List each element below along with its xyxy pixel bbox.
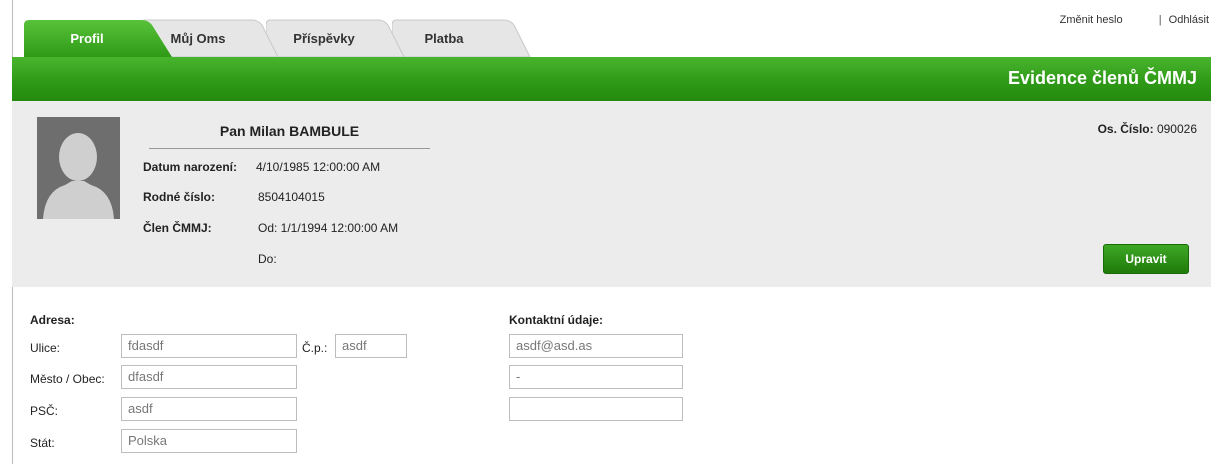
birth-value: 4/10/1985 12:00:00 AM (256, 160, 381, 174)
profile-panel: Pan Milan BAMBULE Datum narození: 4/10/1… (12, 101, 1211, 287)
page-title: Evidence členů ČMMJ (1007, 68, 1197, 88)
tab-label: Profil (70, 31, 104, 46)
email-input[interactable]: asdf@asd.as (509, 334, 683, 358)
member-to: Do: (258, 252, 277, 266)
top-links: Změnit heslo | Odhlásit (1060, 14, 1209, 26)
person-silhouette-icon (37, 117, 120, 219)
contact-other-input[interactable] (509, 397, 683, 421)
birth-label: Datum narození: (143, 160, 238, 174)
phone-input[interactable]: - (509, 365, 683, 389)
country-label: Stát: (30, 436, 55, 450)
header-bar: Evidence členů ČMMJ (12, 57, 1211, 101)
street-input[interactable]: fdasdf (121, 334, 297, 358)
address-heading: Adresa: (30, 313, 75, 327)
birth-row: Datum narození: 4/10/1985 12:00:00 AM (143, 160, 380, 174)
city-input[interactable]: dfasdf (121, 365, 297, 389)
edit-button[interactable]: Upravit (1103, 244, 1189, 274)
member-row: Člen ČMMJ: Od: 1/1/1994 12:00:00 AM (143, 221, 398, 235)
logout-link[interactable]: Odhlásit (1169, 14, 1209, 26)
rc-label: Rodné číslo: (143, 190, 216, 204)
os-label: Os. Číslo: (1097, 122, 1154, 136)
tab-platba[interactable]: Platba (392, 19, 532, 57)
cp-label: Č.p.: (302, 341, 328, 355)
street-label: Ulice: (30, 341, 61, 355)
change-password-link[interactable]: Změnit heslo (1060, 14, 1123, 26)
zip-input[interactable]: asdf (121, 397, 297, 421)
separator: | (1158, 14, 1162, 26)
member-name: Pan Milan BAMBULE (219, 123, 360, 139)
zip-label: PSČ: (30, 404, 59, 418)
divider (149, 148, 430, 149)
os-number: Os. Číslo: 090026 (1098, 122, 1197, 136)
cp-input[interactable]: asdf (335, 334, 407, 358)
avatar (37, 117, 120, 219)
rc-value: 8504104015 (258, 190, 325, 204)
contact-heading: Kontaktní údaje: (509, 313, 604, 327)
country-input[interactable]: Polska (121, 429, 297, 453)
tab-prispevky[interactable]: Příspěvky (266, 19, 406, 57)
tab-profil[interactable]: Profil (24, 19, 174, 57)
rc-row: Rodné číslo: 8504104015 (143, 190, 325, 204)
os-value: 090026 (1156, 122, 1197, 136)
city-label: Město / Obec: (30, 372, 105, 386)
member-from: Od: 1/1/1994 12:00:00 AM (258, 221, 399, 235)
member-label: Člen ČMMJ: (143, 221, 212, 235)
